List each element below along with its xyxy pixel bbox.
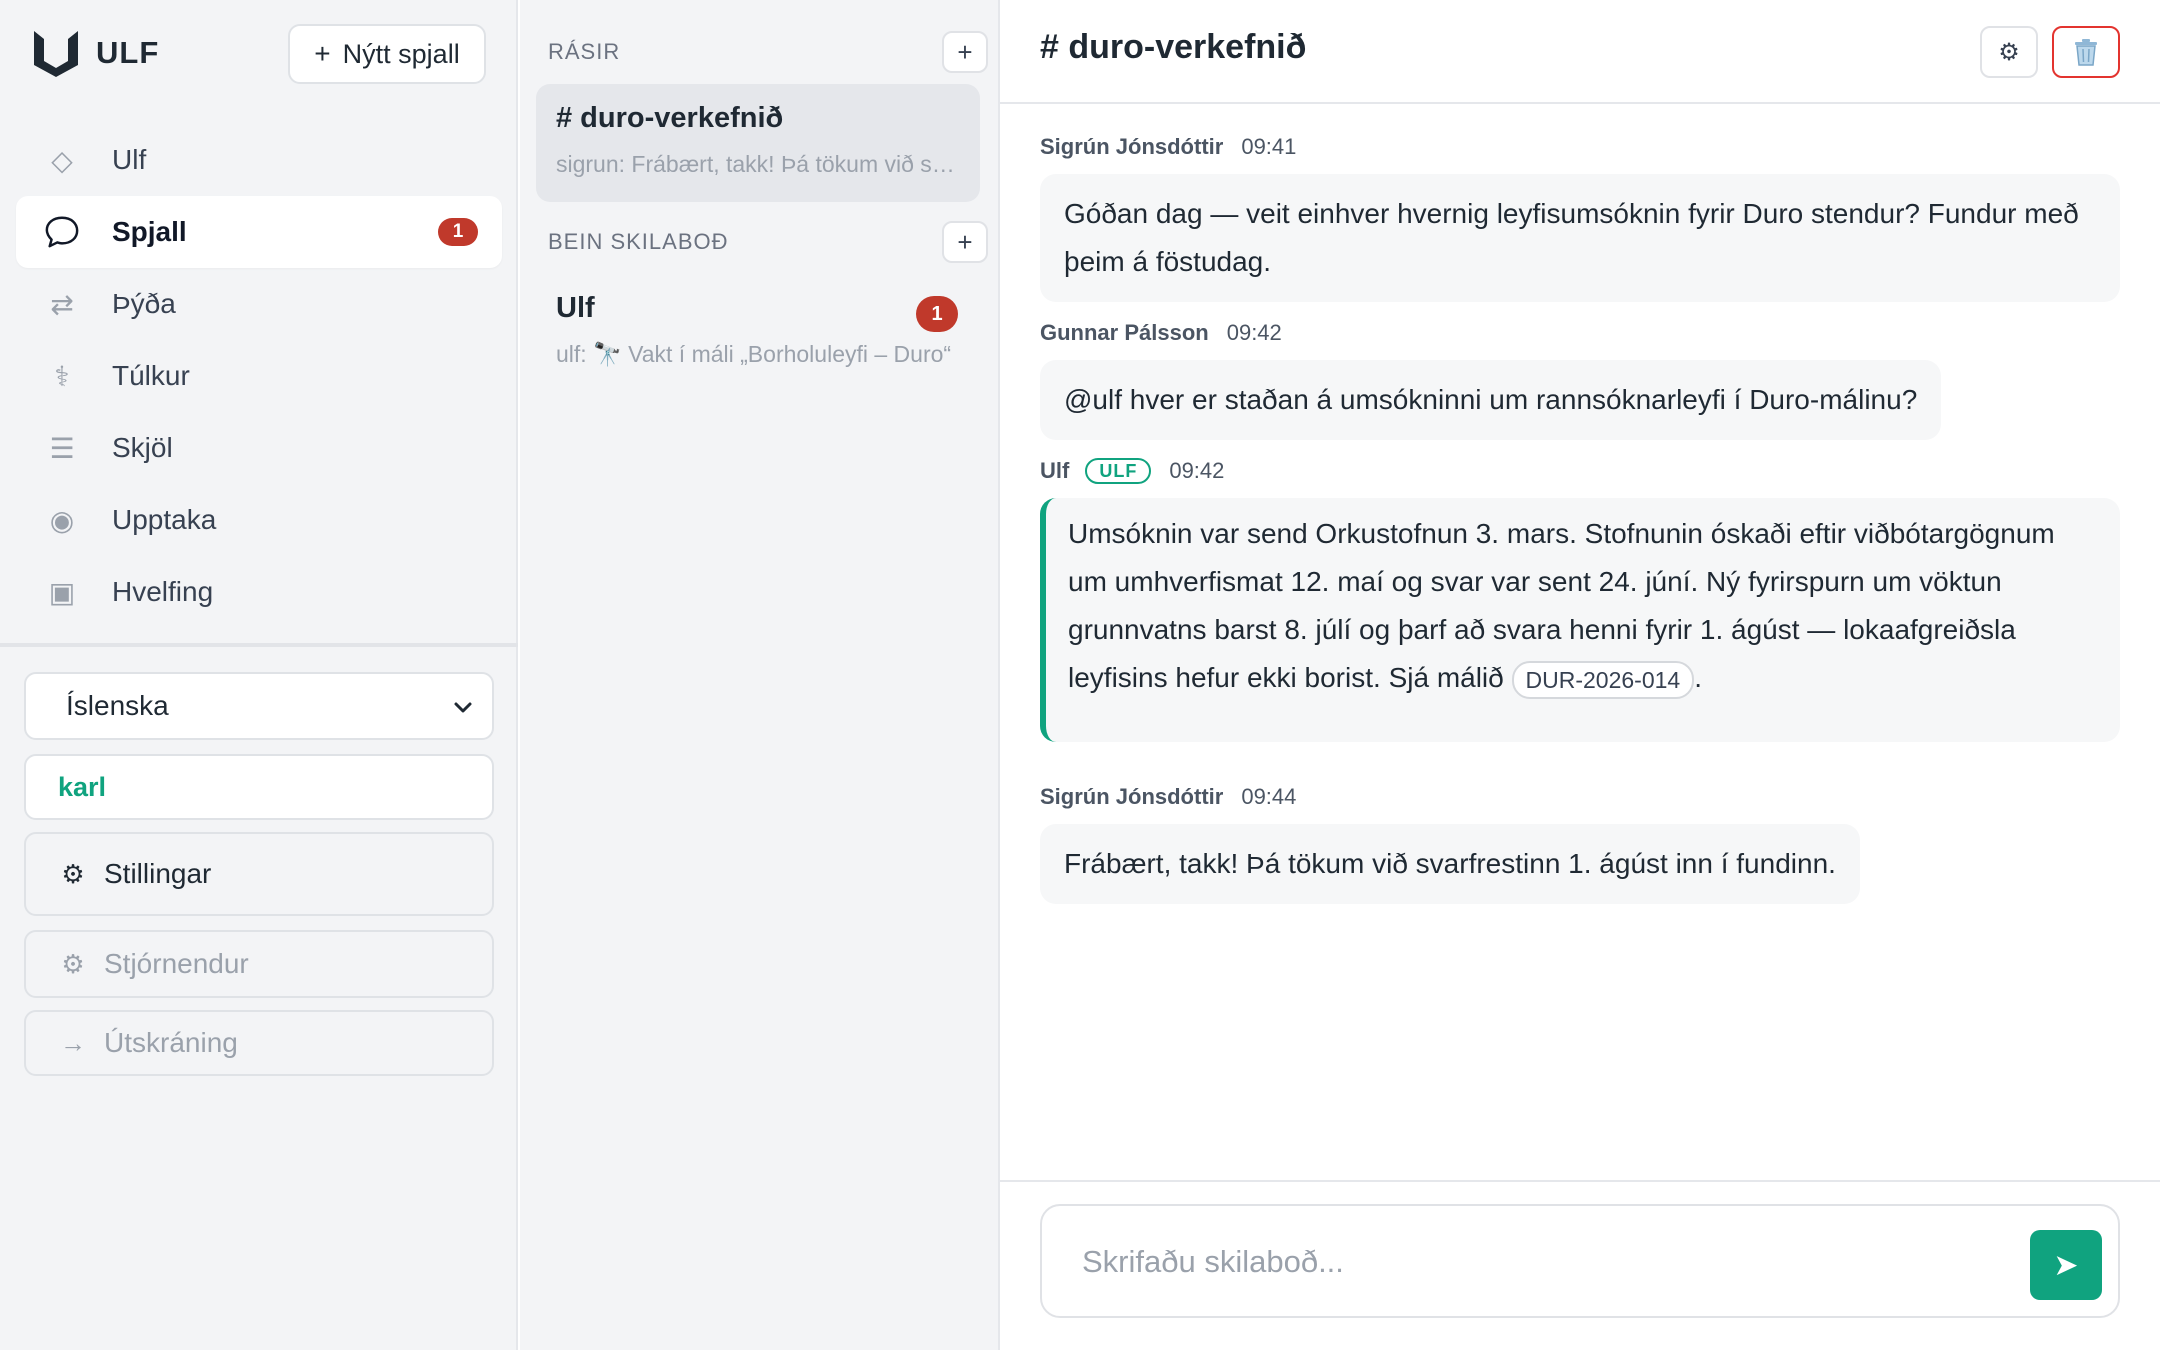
message-bubble: Frábært, takk! Þá tökum við svarfrestinn…	[1040, 824, 1860, 904]
unread-badge: 1	[916, 296, 958, 332]
message-time: 09:42	[1226, 320, 1282, 345]
dm-item-ulf[interactable]: Ulf ulf: 🔭 Vakt í máli „Borholuleyfi – D…	[536, 274, 980, 386]
message-meta: Sigrún Jónsdóttir 09:44	[1040, 780, 1860, 814]
message-meta: Sigrún Jónsdóttir 09:41	[1040, 130, 2120, 164]
gear-icon: ⚙	[61, 948, 85, 979]
bot-tag: ULF	[1085, 458, 1152, 484]
message-meta: Ulf ULF 09:42	[1040, 454, 2120, 488]
rooms-title: RÁSIR	[548, 39, 621, 64]
swap-arrows-icon: ⇄	[50, 288, 74, 320]
current-user: karl	[24, 754, 494, 820]
channel-settings-button[interactable]: ⚙	[1980, 26, 2038, 78]
message-text-end: .	[1694, 662, 1702, 693]
message-author[interactable]: Sigrún Jónsdóttir	[1040, 784, 1223, 810]
message: Sigrún Jónsdóttir 09:44 Frábært, takk! Þ…	[1040, 780, 1860, 904]
channel-list: RÁSIR + # duro-verkefnið sigrun: Frábært…	[520, 0, 1000, 1350]
nav-item-label: Skjöl	[112, 432, 173, 463]
nav-item-hvelfing[interactable]: ▣ Hvelfing	[16, 556, 502, 628]
message-author[interactable]: Sigrún Jónsdóttir	[1040, 134, 1223, 160]
unread-badge: 1	[438, 218, 478, 246]
nav-item-label: Hvelfing	[112, 576, 214, 607]
brand-name: ULF	[96, 35, 160, 70]
case-reference-chip[interactable]: DUR-2026-014	[1511, 660, 1695, 699]
logout-button[interactable]: → Útskráning	[24, 1010, 494, 1076]
chevron-down-icon	[454, 702, 472, 713]
composer: ➤	[1040, 1204, 2120, 1318]
add-dm-button[interactable]: +	[942, 221, 988, 263]
sidebar-divider	[0, 643, 518, 647]
nav-item-skjol[interactable]: ☰ Skjöl	[16, 412, 502, 484]
language-value: Íslenska	[66, 690, 169, 721]
admins-button[interactable]: ⚙ Stjórnendur	[24, 930, 494, 998]
nav-item-label: Spjall	[112, 216, 187, 247]
nav-item-ulf[interactable]: ◇ Ulf	[16, 124, 502, 196]
settings-button[interactable]: ⚙ Stillingar	[24, 832, 494, 916]
gear-icon: ⚙	[61, 858, 85, 889]
language-select[interactable]: Íslenska	[24, 672, 494, 740]
settings-label: Stillingar	[104, 858, 212, 889]
chat-bubble-icon	[44, 214, 80, 250]
message-bubble: @ulf hver er staðan á umsókninni um rann…	[1040, 360, 1942, 440]
message-bot: Ulf ULF 09:42 Umsóknin var send Orkustof…	[1040, 454, 2120, 742]
message-time: 09:42	[1169, 458, 1225, 483]
brand[interactable]: ULF	[30, 28, 159, 78]
nav-item-label: Ulf	[112, 144, 147, 175]
send-icon: ➤	[2053, 1248, 2079, 1282]
message-input[interactable]	[1082, 1236, 1982, 1288]
arrow-right-icon: →	[60, 1027, 86, 1058]
nav-item-upptaka[interactable]: ◉ Upptaka	[16, 484, 502, 556]
username: karl	[58, 771, 107, 802]
nav-item-tulkur[interactable]: ⚕ Túlkur	[16, 340, 502, 412]
record-icon: ◉	[49, 504, 75, 536]
channel-preview: sigrun: Frábært, takk! Þá tökum við svar…	[556, 151, 960, 177]
chat-title: # duro-verkefnið	[1040, 28, 1307, 66]
nav-item-thyda[interactable]: ⇄ Þýða	[16, 268, 502, 340]
new-chat-button[interactable]: + Nýtt spjall	[288, 24, 486, 84]
composer-area: ➤	[1000, 1180, 2160, 1350]
message-author[interactable]: Gunnar Pálsson	[1040, 320, 1209, 346]
message-bubble: Umsóknin var send Orkustofnun 3. mars. S…	[1040, 498, 2120, 742]
ulf-logo-icon	[34, 31, 78, 77]
message-time: 09:41	[1241, 134, 1297, 159]
add-room-button[interactable]: +	[942, 31, 988, 73]
list-icon: ☰	[49, 432, 75, 464]
message-author[interactable]: Ulf	[1040, 458, 1069, 484]
message: Gunnar Pálsson 09:42 @ulf hver er staðan…	[1040, 316, 1942, 440]
sidebar: ULF + Nýtt spjall ◇ Ulf Spjall 1 ⇄ Þýða …	[0, 0, 518, 1350]
send-button[interactable]: ➤	[2030, 1230, 2102, 1300]
diamond-icon: ◇	[51, 144, 73, 176]
channel-item-duro[interactable]: # duro-verkefnið sigrun: Frábært, takk! …	[536, 84, 980, 202]
gear-icon: ⚙	[1998, 38, 2020, 66]
message-bubble: Góðan dag — veit einhver hvernig leyfisu…	[1040, 174, 2120, 302]
dm-header: BEIN SKILABOÐ +	[548, 220, 988, 264]
nav-item-label: Túlkur	[112, 360, 190, 391]
nav-item-label: Þýða	[112, 288, 176, 319]
chat-panel: # duro-verkefnið ⚙ Sigrún Jónsdóttir 09:…	[1000, 0, 2160, 1350]
dm-title: BEIN SKILABOÐ	[548, 229, 729, 254]
main-nav: ◇ Ulf Spjall 1 ⇄ Þýða ⚕ Túlkur ☰ Skjöl ◉…	[16, 124, 502, 628]
message-time: 09:44	[1241, 784, 1297, 809]
rooms-header: RÁSIR +	[548, 30, 988, 74]
caduceus-icon: ⚕	[54, 360, 70, 392]
message: Sigrún Jónsdóttir 09:41 Góðan dag — veit…	[1040, 130, 2120, 302]
message-meta: Gunnar Pálsson 09:42	[1040, 316, 1941, 350]
plus-icon: +	[314, 38, 331, 69]
trash-icon	[2075, 39, 2097, 66]
nav-item-label: Upptaka	[112, 504, 217, 535]
chat-header: # duro-verkefnið ⚙	[1000, 0, 2160, 104]
vault-icon: ▣	[48, 576, 76, 608]
channel-name: # duro-verkefnið	[556, 102, 784, 134]
new-chat-label: Nýtt spjall	[342, 38, 460, 69]
logout-label: Útskráning	[104, 1027, 238, 1058]
dm-preview: ulf: 🔭 Vakt í máli „Borholuleyfi – Duro“	[556, 341, 952, 367]
admins-label: Stjórnendur	[104, 948, 249, 979]
nav-item-spjall[interactable]: Spjall 1	[16, 196, 502, 268]
delete-channel-button[interactable]	[2052, 26, 2120, 78]
